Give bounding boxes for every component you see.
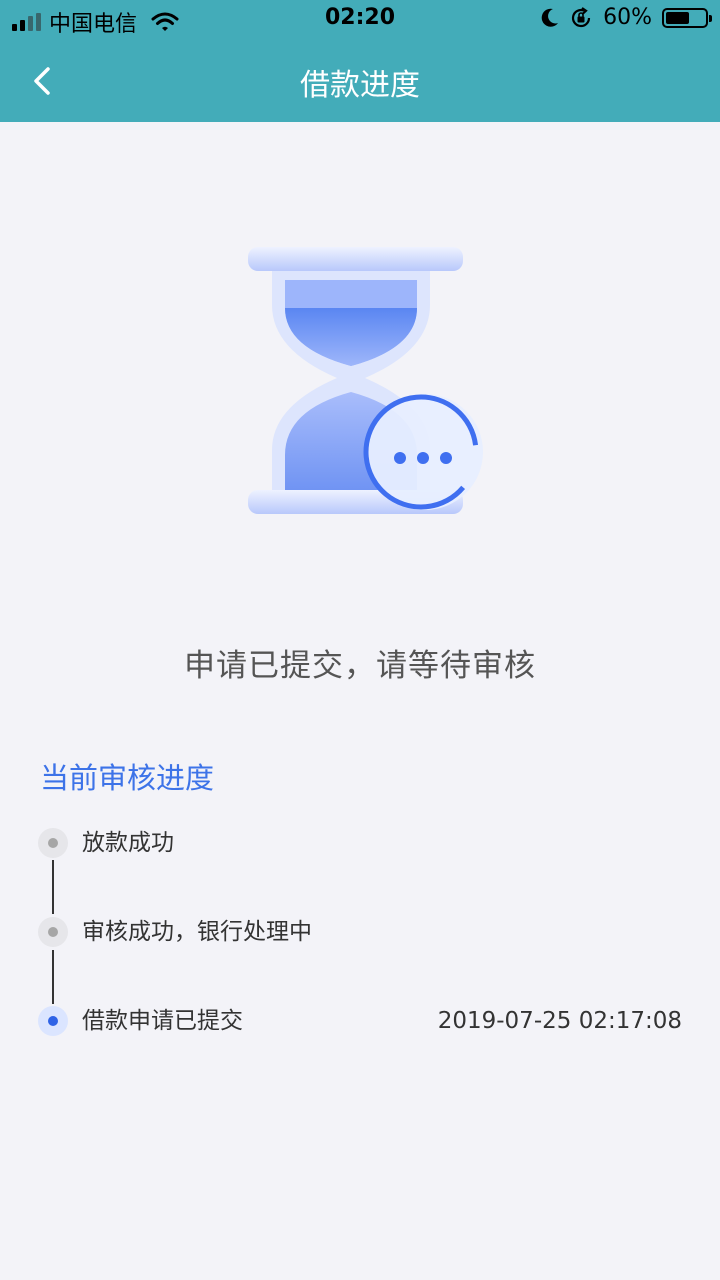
moon-icon	[541, 8, 559, 27]
timeline-step-disbursed: 放款成功	[38, 826, 682, 860]
submission-message: 申请已提交，请等待审核	[184, 648, 536, 684]
page-title: 借款进度	[300, 68, 420, 103]
step-label: 审核成功，银行处理中	[82, 919, 312, 945]
battery-icon	[662, 7, 712, 28]
progress-section-title: 当前审核进度	[40, 761, 215, 795]
timeline-step-approved: 审核成功，银行处理中	[38, 915, 682, 949]
timeline-step-submitted: 借款申请已提交 2019-07-25 02:17:08	[38, 1004, 682, 1038]
step-time: 2019-07-25 02:17:08	[437, 1008, 682, 1034]
timeline-connector	[52, 950, 54, 1004]
status-bar: 中国电信 02:20 60%	[0, 0, 720, 40]
step-label: 放款成功	[82, 830, 174, 856]
step-label: 借款申请已提交	[82, 1008, 243, 1034]
battery-percent: 60%	[603, 5, 652, 30]
orientation-lock-icon	[572, 6, 591, 27]
timeline-connector	[52, 860, 54, 914]
step-indicator-active	[38, 1006, 68, 1036]
step-indicator	[38, 917, 68, 947]
app-header: 中国电信 02:20 60% 借款进度	[0, 0, 720, 122]
battery-level	[666, 11, 689, 24]
hourglass-icon	[248, 247, 483, 514]
step-indicator	[38, 828, 68, 858]
status-right: 60%	[541, 5, 712, 30]
